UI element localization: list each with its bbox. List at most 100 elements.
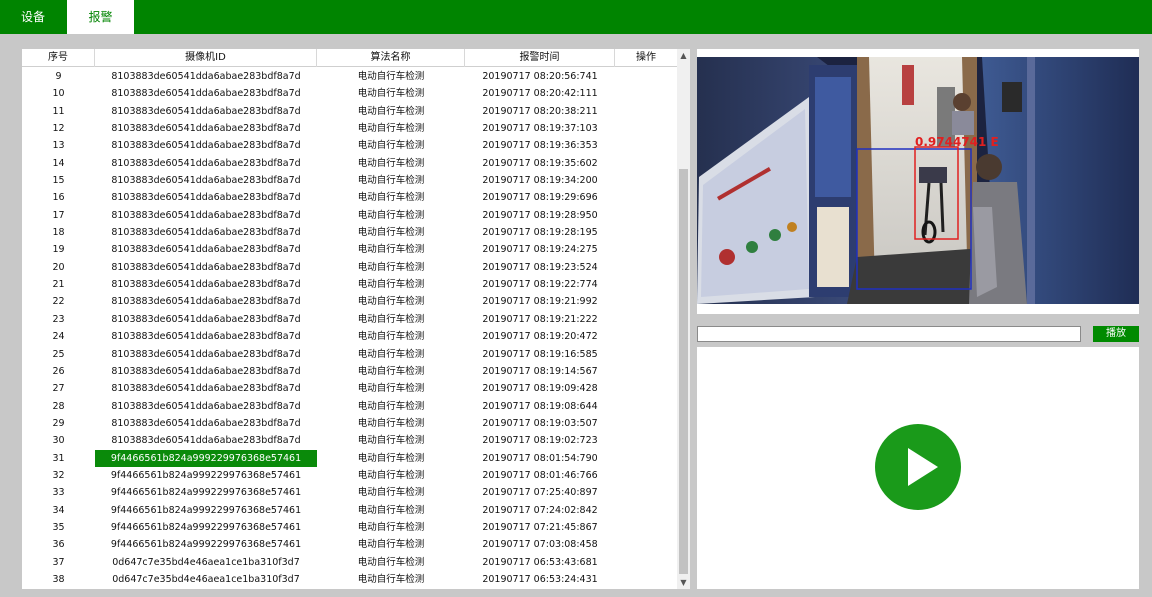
- cell-camera-id: 8103883de60541dda6abae283bdf8a7d: [111, 140, 301, 152]
- video-url-input[interactable]: [697, 326, 1081, 342]
- play-icon[interactable]: [875, 424, 961, 510]
- cell-algorithm: 电动自行车检测: [357, 365, 425, 377]
- column-header-camera-id[interactable]: 摄像机ID: [95, 49, 317, 67]
- cell-no: 21: [52, 279, 65, 291]
- cell-algorithm: 电动自行车检测: [357, 88, 425, 100]
- cell-no: 36: [52, 539, 65, 551]
- table-row[interactable]: 9 8103883de60541dda6abae283bdf8a7d 电动自行车检测…: [22, 68, 677, 85]
- table-row[interactable]: 22 8103883de60541dda6abae283bdf8a7d 电动自行车检…: [22, 293, 677, 310]
- cell-algorithm: 电动自行车检测: [357, 296, 425, 308]
- cell-camera-id: 8103883de60541dda6abae283bdf8a7d: [111, 261, 301, 273]
- cell-no: 32: [52, 469, 65, 481]
- cell-no: 35: [52, 521, 65, 533]
- cell-no: 12: [52, 123, 65, 135]
- cell-algorithm: 电动自行车检测: [357, 123, 425, 135]
- cell-alarm-time: 20190717 08:19:22:774: [482, 279, 598, 291]
- column-header-algorithm[interactable]: 算法名称: [317, 49, 465, 67]
- cell-camera-id: 0d647c7e35bd4e46aea1ce1ba310f3d7: [112, 556, 300, 568]
- table-row[interactable]: 10 8103883de60541dda6abae283bdf8a7d 电动自行车检…: [22, 85, 677, 102]
- cell-alarm-time: 20190717 08:19:34:200: [482, 175, 598, 187]
- cell-no: 15: [52, 175, 65, 187]
- table-row[interactable]: 33 9f4466561b824a999229976368e57461 电动自行车检…: [22, 484, 677, 501]
- cell-no: 9: [55, 71, 62, 82]
- table-row[interactable]: 21 8103883de60541dda6abae283bdf8a7d 电动自行车检…: [22, 276, 677, 293]
- cell-camera-id: 8103883de60541dda6abae283bdf8a7d: [111, 435, 301, 447]
- table-row[interactable]: 11 8103883de60541dda6abae283bdf8a7d 电动自行车检…: [22, 103, 677, 120]
- scroll-thumb[interactable]: [679, 169, 688, 574]
- scroll-down-icon[interactable]: ▼: [677, 576, 690, 589]
- table-row[interactable]: 24 8103883de60541dda6abae283bdf8a7d 电动自行车检…: [22, 328, 677, 345]
- cell-camera-id: 8103883de60541dda6abae283bdf8a7d: [111, 209, 301, 221]
- table-row[interactable]: 14 8103883de60541dda6abae283bdf8a7d 电动自行车检…: [22, 155, 677, 172]
- table-row[interactable]: 18 8103883de60541dda6abae283bdf8a7d 电动自行车检…: [22, 224, 677, 241]
- table-scrollbar[interactable]: ▲ ▼: [677, 49, 690, 589]
- cell-alarm-time: 20190717 08:19:02:723: [482, 435, 598, 447]
- cell-no: 27: [52, 383, 65, 395]
- cell-no: 20: [52, 261, 65, 273]
- video-player[interactable]: [697, 347, 1139, 589]
- cell-algorithm: 电动自行车检测: [357, 209, 425, 221]
- cell-algorithm: 电动自行车检测: [357, 279, 425, 291]
- table-row[interactable]: 25 8103883de60541dda6abae283bdf8a7d 电动自行车检…: [22, 346, 677, 363]
- cell-algorithm: 电动自行车检测: [357, 175, 425, 187]
- cell-camera-id: 9f4466561b824a999229976368e57461: [110, 539, 302, 551]
- table-row[interactable]: 20 8103883de60541dda6abae283bdf8a7d 电动自行车检…: [22, 259, 677, 276]
- cell-no: 19: [52, 244, 65, 256]
- cell-alarm-time: 20190717 07:21:45:867: [482, 521, 598, 533]
- table-row[interactable]: 16 8103883de60541dda6abae283bdf8a7d 电动自行车检…: [22, 189, 677, 206]
- tab-device[interactable]: 设备: [0, 0, 66, 34]
- alarm-snapshot-image: 0.9744741 E: [697, 57, 1139, 304]
- table-row[interactable]: 34 9f4466561b824a999229976368e57461 电动自行车检…: [22, 502, 677, 519]
- cell-algorithm: 电动自行车检测: [357, 417, 425, 429]
- cell-algorithm: 电动自行车检测: [357, 400, 425, 412]
- table-row[interactable]: 37 0d647c7e35bd4e46aea1ce1ba310f3d7 电动自行车检…: [22, 554, 677, 571]
- column-header-action[interactable]: 操作: [615, 49, 677, 67]
- cell-camera-id: 8103883de60541dda6abae283bdf8a7d: [111, 157, 301, 169]
- cell-camera-id: 9f4466561b824a999229976368e57461: [110, 504, 302, 516]
- cell-alarm-time: 20190717 08:19:09:428: [482, 383, 598, 395]
- cell-alarm-time: 20190717 08:20:42:111: [482, 88, 598, 100]
- cell-camera-id: 8103883de60541dda6abae283bdf8a7d: [111, 244, 301, 256]
- table-row[interactable]: 12 8103883de60541dda6abae283bdf8a7d 电动自行车检…: [22, 120, 677, 137]
- cell-no: 11: [52, 105, 65, 117]
- table-row[interactable]: 19 8103883de60541dda6abae283bdf8a7d 电动自行车检…: [22, 241, 677, 258]
- cell-camera-id: 8103883de60541dda6abae283bdf8a7d: [111, 400, 301, 412]
- cell-no: 25: [52, 348, 65, 360]
- table-row[interactable]: 28 8103883de60541dda6abae283bdf8a7d 电动自行车检…: [22, 398, 677, 415]
- cell-algorithm: 电动自行车检测: [357, 556, 425, 568]
- column-header-no[interactable]: 序号: [22, 49, 95, 67]
- play-button[interactable]: 播放: [1093, 326, 1139, 342]
- table-row[interactable]: 17 8103883de60541dda6abae283bdf8a7d 电动自行车检…: [22, 207, 677, 224]
- cell-no: 38: [52, 573, 65, 585]
- table-row[interactable]: 26 8103883de60541dda6abae283bdf8a7d 电动自行车检…: [22, 363, 677, 380]
- cell-camera-id: 8103883de60541dda6abae283bdf8a7d: [111, 192, 301, 204]
- cell-no: 16: [52, 192, 65, 204]
- column-header-alarm-time[interactable]: 报警时间: [465, 49, 615, 67]
- cell-algorithm: 电动自行车检测: [357, 331, 425, 343]
- scroll-up-icon[interactable]: ▲: [677, 49, 690, 62]
- table-row[interactable]: 29 8103883de60541dda6abae283bdf8a7d 电动自行车检…: [22, 415, 677, 432]
- cell-algorithm: 电动自行车检测: [357, 71, 425, 82]
- table-row[interactable]: 30 8103883de60541dda6abae283bdf8a7d 电动自行车检…: [22, 432, 677, 449]
- tab-alarm[interactable]: 报警: [67, 0, 134, 34]
- table-row[interactable]: 23 8103883de60541dda6abae283bdf8a7d 电动自行车检…: [22, 311, 677, 328]
- table-row[interactable]: 32 9f4466561b824a999229976368e57461 电动自行车检…: [22, 467, 677, 484]
- cell-no: 10: [52, 88, 65, 100]
- cell-algorithm: 电动自行车检测: [357, 573, 425, 585]
- cell-alarm-time: 20190717 08:19:35:602: [482, 157, 598, 169]
- table-row[interactable]: 38 0d647c7e35bd4e46aea1ce1ba310f3d7 电动自行车检…: [22, 571, 677, 588]
- table-row[interactable]: 31 9f4466561b824a999229976368e57461 电动自行车检…: [22, 449, 677, 467]
- cell-no: 30: [52, 435, 65, 447]
- table-row[interactable]: 36 9f4466561b824a999229976368e57461 电动自行车检…: [22, 536, 677, 553]
- table-header: 序号 摄像机ID 算法名称 报警时间 操作: [22, 49, 677, 67]
- cell-alarm-time: 20190717 08:01:46:766: [482, 469, 598, 481]
- table-row[interactable]: 35 9f4466561b824a999229976368e57461 电动自行车检…: [22, 519, 677, 536]
- cell-camera-id: 8103883de60541dda6abae283bdf8a7d: [111, 123, 301, 135]
- table-row[interactable]: 13 8103883de60541dda6abae283bdf8a7d 电动自行车检…: [22, 137, 677, 154]
- cell-algorithm: 电动自行车检测: [357, 469, 425, 481]
- cell-no: 33: [52, 487, 65, 499]
- cell-alarm-time: 20190717 08:19:23:524: [482, 261, 598, 273]
- confidence-label: 0.9744741 E: [915, 135, 999, 149]
- table-row[interactable]: 27 8103883de60541dda6abae283bdf8a7d 电动自行车检…: [22, 380, 677, 397]
- table-row[interactable]: 15 8103883de60541dda6abae283bdf8a7d 电动自行车检…: [22, 172, 677, 189]
